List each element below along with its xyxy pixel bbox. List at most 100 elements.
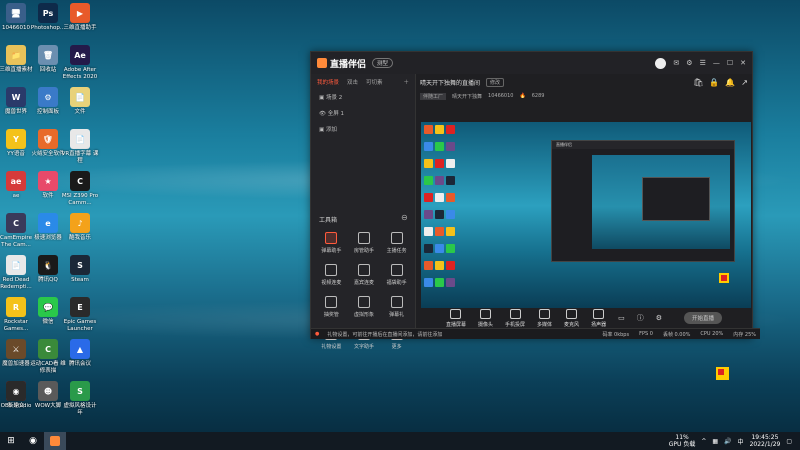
app-icon: Y <box>6 129 26 149</box>
preview-desktop-icon <box>424 125 433 134</box>
preview-desktop-icon <box>424 159 433 168</box>
control-button[interactable]: 麦克风 <box>564 308 580 328</box>
network-icon[interactable]: ▦ <box>712 438 718 445</box>
gpu-value: 11% <box>675 434 689 441</box>
message-icon[interactable]: ✉ <box>673 59 679 67</box>
gear-icon[interactable]: ⚙ <box>656 314 662 322</box>
edit-button[interactable]: 修改 <box>486 77 505 87</box>
control-button[interactable]: 扬声器 <box>591 308 606 328</box>
tool-item[interactable]: 嘉宾连麦 <box>348 264 381 286</box>
category-tag[interactable]: 伴随工厂 <box>420 92 447 100</box>
app-icon: C <box>6 213 26 233</box>
steam-taskbar-icon[interactable]: ◉ <box>22 432 44 450</box>
notification-icon[interactable]: ▢ <box>786 438 792 445</box>
preview-desktop-icon <box>424 176 433 185</box>
camera-icon[interactable]: ▭ <box>618 314 625 322</box>
menu-icon[interactable]: ☰ <box>700 59 706 67</box>
control-label: 手机投屏 <box>505 321 526 328</box>
desktop-icon[interactable]: ▲ 腾讯会议 <box>60 339 100 368</box>
app-icon: 📄 <box>6 255 26 275</box>
desktop-icon[interactable]: S Steam <box>60 255 100 284</box>
share-icon[interactable]: ↗ <box>741 78 748 87</box>
control-button[interactable]: 手机投屏 <box>505 308 526 328</box>
scene-item[interactable]: ▣ 添加 <box>311 122 415 138</box>
desktop-icon[interactable]: S 虚拟风格设计 年 <box>60 381 100 417</box>
live-preview[interactable]: 直播伴侣 <box>421 122 751 308</box>
tool-item[interactable]: 主播任务 <box>380 232 413 254</box>
tool-label: 文字助手 <box>353 344 374 350</box>
control-icon <box>509 308 521 319</box>
warning-icon: ● <box>315 331 320 337</box>
scene-item[interactable]: 👁 全屏 1 <box>311 106 415 122</box>
stat-item: 内存 25% <box>733 331 756 338</box>
preview-desktop-icon <box>435 159 444 168</box>
control-button[interactable]: 多媒体 <box>537 308 553 328</box>
app-icon: ae <box>6 171 26 191</box>
chevron-up-icon[interactable]: ^ <box>701 438 706 445</box>
tool-label: 抽奖管 <box>323 312 339 318</box>
tool-item[interactable]: 弹幕助手 <box>315 232 348 254</box>
control-button[interactable]: 直播屏幕 <box>446 308 466 328</box>
tool-item[interactable]: 福袋助手 <box>380 264 413 286</box>
live-companion-window[interactable]: 直播伴侣 测型 ✉ ⚙ ☰ — ☐ ✕ 我的场景 双击 可切素 ＋ ▣ 场景 2… <box>310 51 760 350</box>
clock[interactable]: 19:45:25 2022/1/29 <box>750 434 781 448</box>
preview-desktop-icon <box>435 227 444 236</box>
maximize-icon[interactable]: ☐ <box>727 59 733 67</box>
tool-item[interactable]: 弹幕礼 <box>380 296 413 318</box>
bell-icon[interactable]: 🔔 <box>725 78 735 87</box>
control-label: 麦克风 <box>564 321 580 328</box>
start-live-button[interactable]: 开始直播 <box>683 312 722 324</box>
avatar[interactable] <box>655 57 667 69</box>
app-icon: ⚔ <box>6 339 26 359</box>
collapse-icon[interactable]: ⊖ <box>401 213 408 222</box>
minimize-icon[interactable]: — <box>713 59 720 67</box>
ime-indicator[interactable]: 中 <box>738 437 744 446</box>
settings-icon[interactable]: ⚙ <box>686 59 692 67</box>
control-icon <box>593 308 605 319</box>
preview-desktop-icon <box>435 244 444 253</box>
app-icon: ◉ <box>6 381 26 401</box>
stream-stats: 码率 0kbps FPS 0 丢帧 0.00% CPU 20% 内存 25% <box>602 331 756 338</box>
app-icon: 📁 <box>6 45 26 65</box>
tool-item[interactable]: 虚拟形象 <box>348 296 381 318</box>
tab-second[interactable]: 双击 <box>347 78 358 86</box>
tool-icon <box>325 232 338 244</box>
info-icon[interactable]: ⓘ <box>637 313 644 323</box>
add-icon[interactable]: ＋ <box>403 78 409 86</box>
desktop-icon[interactable]: 📄 VR直播字幕 课程 <box>60 129 100 165</box>
tool-icon <box>357 264 370 276</box>
preview-desktop-icon <box>446 278 455 287</box>
desktop-icon-label: Steam <box>71 277 89 283</box>
live-companion-taskbar-icon[interactable] <box>44 432 66 450</box>
close-icon[interactable]: ✕ <box>740 59 746 67</box>
preview-desktop-icon <box>435 278 444 287</box>
preview-desktop-icon <box>435 125 444 134</box>
tab-my-scenes[interactable]: 我的场景 <box>317 78 339 86</box>
scene-item[interactable]: ▣ 场景 2 <box>311 90 415 106</box>
tab-third[interactable]: 可切素 <box>366 78 383 86</box>
stat-item: FPS 0 <box>639 330 653 337</box>
floating-logo <box>719 273 729 283</box>
desktop-icon[interactable]: 📄 文件 <box>60 87 100 116</box>
control-button[interactable]: 摄像头 <box>478 308 493 328</box>
desktop-icon-label: Adobe After Effects 2020 <box>62 67 98 80</box>
desktop-icon[interactable]: C MSI Z390 Pro Camm... <box>60 171 100 207</box>
windows-start-icon[interactable]: ⊞ <box>0 432 22 450</box>
app-icon: 🐧 <box>38 255 58 275</box>
tool-item[interactable]: 抽奖管 <box>315 296 348 318</box>
desktop-icon[interactable]: E Epic Games Launcher <box>60 297 100 333</box>
tool-label: 房管助手 <box>353 248 374 254</box>
volume-icon[interactable]: 🔊 <box>724 438 731 445</box>
gpu-indicator[interactable]: 11% GPU 负载 <box>669 434 696 448</box>
nested-window-inner <box>642 177 710 221</box>
desktop-icon[interactable]: ▶ 三维直播助手 <box>60 3 100 32</box>
version-badge[interactable]: 测型 <box>372 58 394 68</box>
tool-item[interactable]: 视频连麦 <box>315 264 348 286</box>
desktop-icon[interactable]: ♪ 酷我音乐 <box>60 213 100 242</box>
lock-icon[interactable]: 🔒 <box>709 78 719 87</box>
desktop-icon[interactable]: Ae Adobe After Effects 2020 <box>60 45 100 81</box>
tool-item[interactable]: 房管助手 <box>348 232 381 254</box>
control-label: 多媒体 <box>537 321 553 328</box>
tool-icon <box>390 232 403 244</box>
shop-icon[interactable]: 🛍 <box>693 78 703 87</box>
